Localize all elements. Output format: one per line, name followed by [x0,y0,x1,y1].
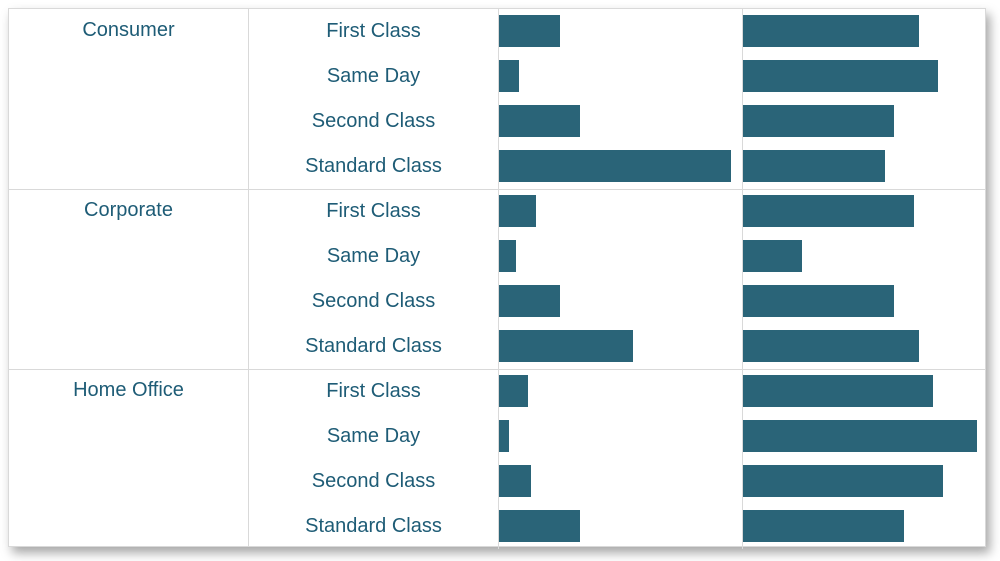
metric-1-cell [499,279,743,324]
ship-mode-label: First Class [249,369,498,414]
table-row: Standard Class [9,504,985,549]
bar-metric-2 [743,330,919,362]
metric-1-cell [499,54,743,99]
ship-mode-label: Second Class [249,459,498,504]
metric-1-cell [499,369,743,414]
metric-2-cell [743,99,987,144]
ship-mode-cell: Standard Class [249,504,499,549]
ship-mode-label: First Class [249,9,498,54]
chart-panel: Consumer Corporate Home Office First Cla… [8,8,986,547]
bar-metric-1 [499,195,536,227]
metric-2-cell [743,504,987,549]
bar-metric-2 [743,285,894,317]
bar-metric-2 [743,195,914,227]
bar-metric-1 [499,240,516,272]
bar-metric-2 [743,420,977,452]
table-row: Second Class [9,459,985,504]
ship-mode-cell: Same Day [249,414,499,459]
ship-mode-cell: Standard Class [249,144,499,189]
metric-1-cell [499,324,743,369]
bar-metric-2 [743,240,802,272]
bar-metric-1 [499,285,560,317]
ship-mode-label: Same Day [249,414,498,459]
bar-metric-2 [743,510,904,542]
metric-2-cell [743,189,987,234]
metric-1-cell [499,414,743,459]
bar-metric-2 [743,150,885,182]
metric-2-cell [743,9,987,54]
table-row: Second Class [9,99,985,144]
metric-2-cell [743,324,987,369]
table-row: Standard Class [9,324,985,369]
ship-mode-label: Standard Class [249,324,498,369]
ship-mode-cell: Second Class [249,459,499,504]
bar-metric-1 [499,510,580,542]
rows-container: First ClassSame DaySecond ClassStandard … [9,9,985,546]
metric-1-cell [499,459,743,504]
ship-mode-cell: Same Day [249,54,499,99]
ship-mode-label: Second Class [249,279,498,324]
bar-metric-1 [499,105,580,137]
ship-mode-label: First Class [249,189,498,234]
metric-2-cell [743,414,987,459]
ship-mode-cell: First Class [249,189,499,234]
ship-mode-cell: First Class [249,369,499,414]
ship-mode-label: Second Class [249,99,498,144]
table-row: First Class [9,9,985,54]
metric-1-cell [499,144,743,189]
ship-mode-label: Standard Class [249,144,498,189]
bar-metric-2 [743,15,919,47]
metric-2-cell [743,54,987,99]
bar-metric-2 [743,60,938,92]
metric-2-cell [743,234,987,279]
bar-metric-1 [499,330,633,362]
bar-metric-1 [499,60,519,92]
table-row: Second Class [9,279,985,324]
table-row: Same Day [9,414,985,459]
ship-mode-label: Same Day [249,234,498,279]
ship-mode-cell: Standard Class [249,324,499,369]
metric-1-cell [499,99,743,144]
bar-metric-1 [499,375,528,407]
metric-1-cell [499,234,743,279]
metric-2-cell [743,459,987,504]
ship-mode-label: Standard Class [249,504,498,549]
bar-metric-2 [743,105,894,137]
metric-2-cell [743,279,987,324]
table-row: Standard Class [9,144,985,189]
ship-mode-cell: Second Class [249,99,499,144]
bar-metric-1 [499,465,531,497]
table-row: Same Day [9,54,985,99]
bar-metric-1 [499,420,509,452]
bar-metric-1 [499,150,731,182]
ship-mode-cell: Second Class [249,279,499,324]
table-row: Same Day [9,234,985,279]
metric-1-cell [499,189,743,234]
ship-mode-cell: First Class [249,9,499,54]
metric-1-cell [499,9,743,54]
table-row: First Class [9,369,985,414]
ship-mode-label: Same Day [249,54,498,99]
metric-1-cell [499,504,743,549]
table-row: First Class [9,189,985,234]
metric-2-cell [743,369,987,414]
metric-2-cell [743,144,987,189]
bar-metric-1 [499,15,560,47]
bar-metric-2 [743,375,933,407]
ship-mode-cell: Same Day [249,234,499,279]
bar-metric-2 [743,465,943,497]
